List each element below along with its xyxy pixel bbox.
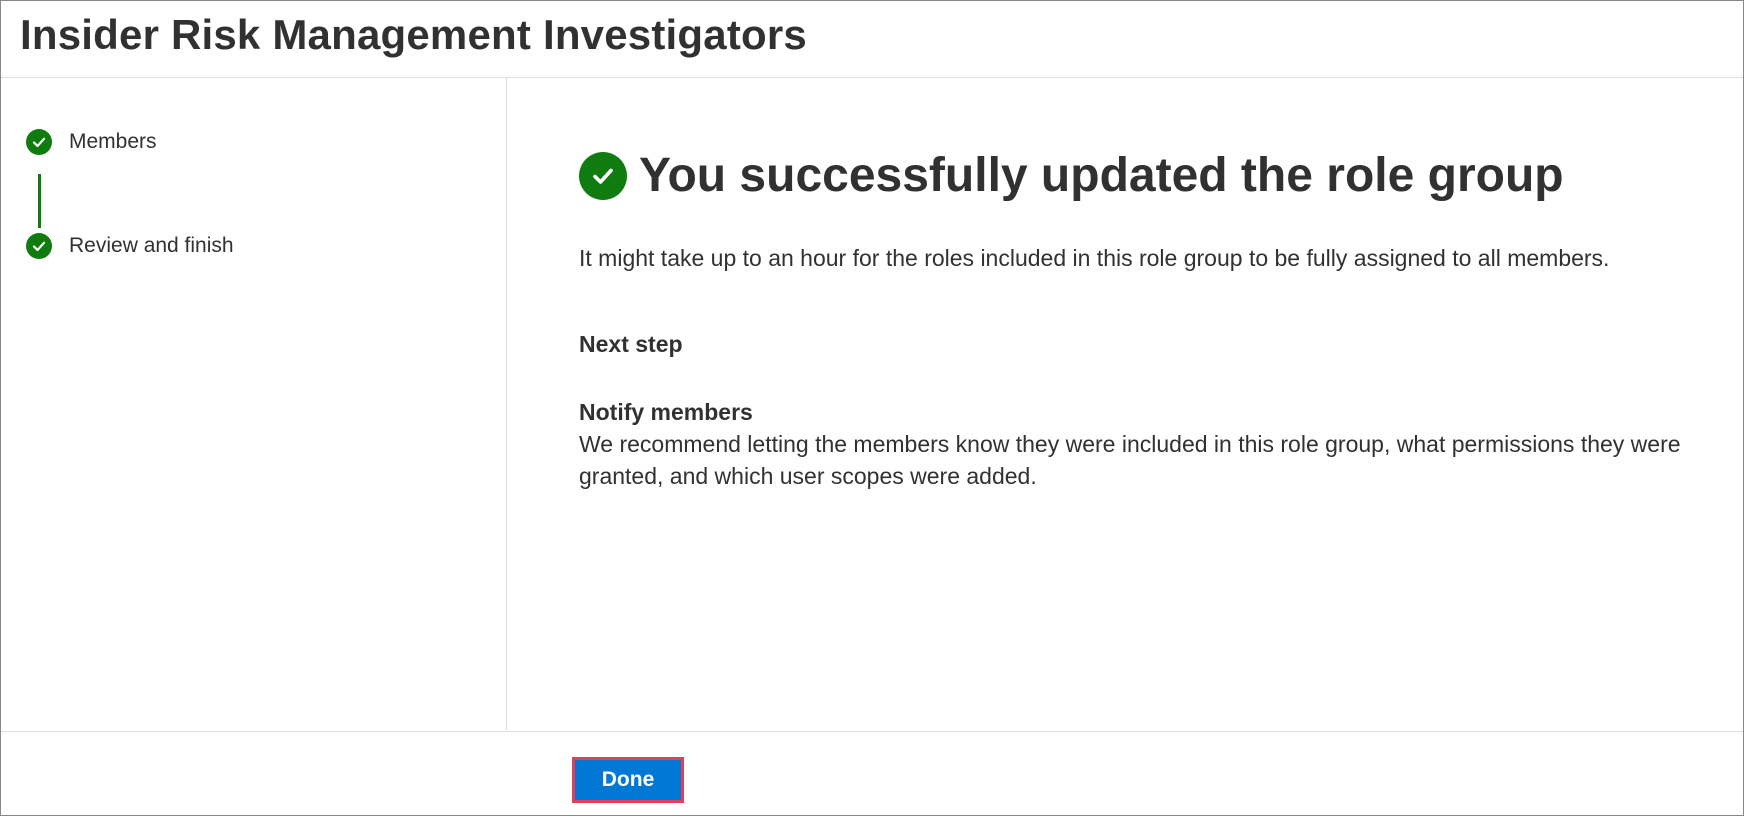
step-connector-line xyxy=(38,174,41,228)
step-members[interactable]: Members xyxy=(26,129,157,155)
success-title: You successfully updated the role group xyxy=(639,149,1564,202)
panel-footer: Done xyxy=(1,731,1743,817)
page-title: Insider Risk Management Investigators xyxy=(20,11,807,58)
next-step-heading: Next step xyxy=(579,331,683,357)
step-complete-check-icon xyxy=(26,233,52,259)
notify-members-heading: Notify members xyxy=(579,399,753,425)
step-label-members: Members xyxy=(69,130,157,153)
success-heading: You successfully updated the role group xyxy=(579,148,1564,203)
step-review-and-finish[interactable]: Review and finish xyxy=(26,233,234,259)
wizard-steps-sidebar: Members Review and finish xyxy=(1,78,507,730)
propagation-description: It might take up to an hour for the role… xyxy=(579,245,1610,271)
success-checkmark-icon xyxy=(579,151,627,200)
notify-members-description: We recommend letting the members know th… xyxy=(579,431,1681,489)
step-label-review-and-finish: Review and finish xyxy=(69,234,234,257)
step-complete-check-icon xyxy=(26,129,52,155)
done-button[interactable]: Done xyxy=(572,757,684,803)
role-group-wizard-panel: Insider Risk Management Investigators Me… xyxy=(0,0,1744,816)
panel-header: Insider Risk Management Investigators xyxy=(1,1,1743,78)
main-content: You successfully updated the role group … xyxy=(507,78,1743,730)
